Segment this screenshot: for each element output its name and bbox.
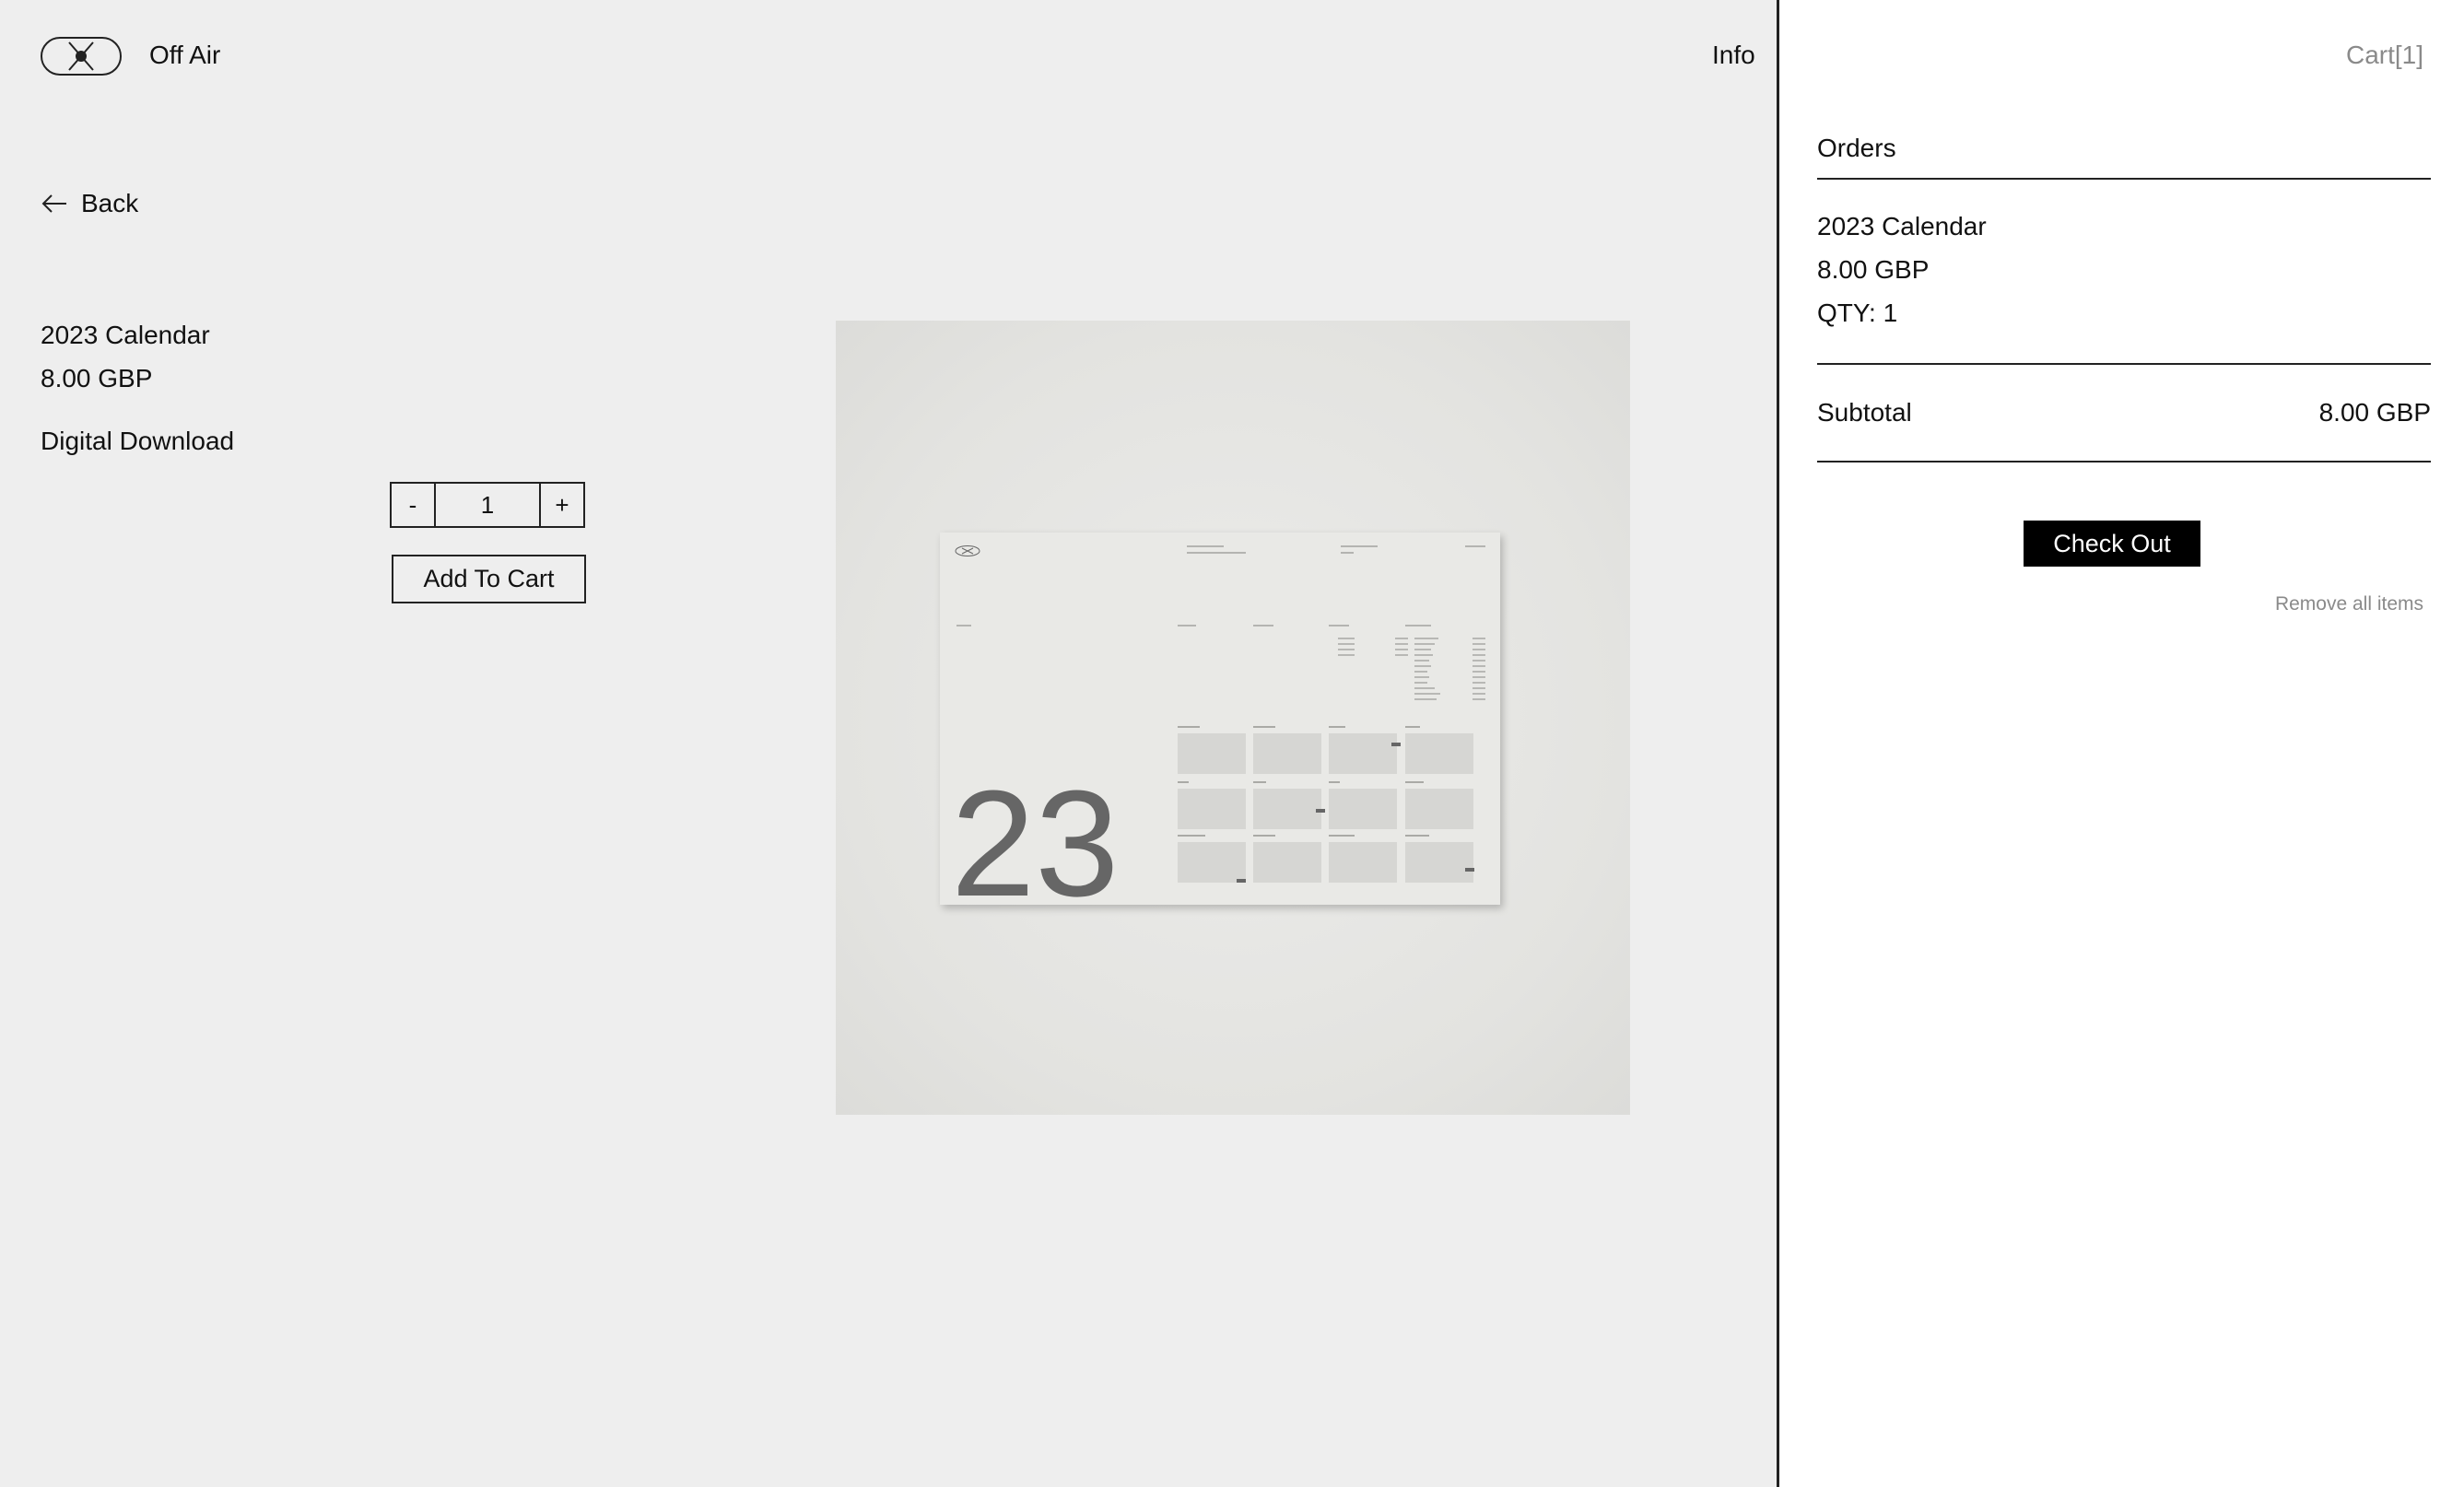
- cart-item-qty: QTY: 1: [1817, 299, 1898, 327]
- product-page: Off Air Info Back 2023 Calendar 8.00 GBP…: [0, 0, 1777, 1487]
- cart-item-title: 2023 Calendar: [1817, 212, 1987, 240]
- checkout-button[interactable]: Check Out: [2024, 521, 2200, 567]
- back-label: Back: [81, 189, 139, 217]
- circle-x-logo-icon[interactable]: [41, 37, 122, 76]
- quantity-input[interactable]: [436, 484, 539, 526]
- poster-year: 23: [951, 759, 1119, 905]
- calendar-poster-graphic: 23: [951, 545, 1485, 928]
- subtotal-value: 8.00 GBP: [2318, 398, 2431, 427]
- product-price: 8.00 GBP: [41, 364, 153, 392]
- info-link[interactable]: Info: [1712, 39, 1755, 72]
- subtotal-row: Subtotal 8.00 GBP: [1817, 396, 2431, 429]
- cart-item-price: 8.00 GBP: [1817, 255, 1930, 284]
- product-image: 23: [836, 321, 1630, 1115]
- arrow-left-icon: [41, 194, 66, 213]
- decrement-button[interactable]: -: [392, 484, 436, 526]
- subtotal-label: Subtotal: [1817, 398, 1912, 427]
- cart-drawer: Cart[1] Orders 2023 Calendar 8.00 GBP QT…: [1777, 0, 2464, 1487]
- back-link[interactable]: Back: [41, 187, 138, 220]
- quantity-stepper: - +: [390, 482, 585, 528]
- divider: [1817, 461, 2431, 462]
- product-format: Digital Download: [41, 427, 235, 455]
- remove-all-items-link[interactable]: Remove all items: [2275, 591, 2423, 617]
- orders-heading: Orders: [1817, 132, 2431, 180]
- increment-button[interactable]: +: [539, 484, 583, 526]
- brand-name[interactable]: Off Air: [149, 39, 220, 72]
- calendar-poster: 23: [940, 533, 1500, 928]
- add-to-cart-button[interactable]: Add To Cart: [392, 555, 586, 603]
- divider: [1817, 363, 2431, 365]
- cart-toggle[interactable]: Cart[1]: [2346, 39, 2423, 72]
- product-title: 2023 Calendar: [41, 321, 210, 349]
